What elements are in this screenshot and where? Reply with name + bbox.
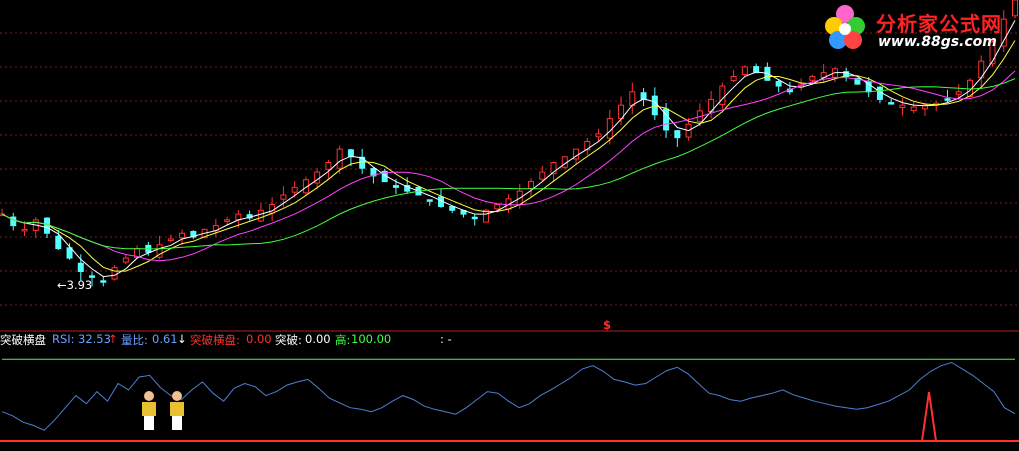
candle-body (595, 133, 602, 138)
candle-body (674, 130, 681, 139)
candle-body (955, 91, 962, 95)
candle-body (944, 98, 951, 101)
candle-body (629, 91, 636, 107)
rsi-up-arrow-icon: ↑ (108, 332, 118, 346)
candle-body (775, 81, 782, 87)
mascot-legs (144, 416, 154, 430)
candle-body (528, 181, 535, 189)
candle-body (719, 85, 726, 106)
candle-body (10, 216, 17, 227)
mascot-icon (142, 391, 156, 430)
logo-title[interactable]: 分析家公式网 (876, 8, 1002, 37)
candle-body (606, 118, 613, 139)
trailing-mark: : - (440, 332, 452, 346)
candle-body (100, 280, 107, 283)
candle-body (741, 66, 748, 75)
moving-average-line (1, 20, 1016, 278)
mascot-bag (142, 402, 156, 416)
breakout-spike (921, 391, 937, 442)
candle-body (179, 232, 186, 239)
volratio-value: 0.61 (152, 332, 178, 346)
candle-body (21, 228, 28, 232)
candle-body (888, 102, 895, 105)
candle-body (494, 204, 501, 210)
moving-average-line (1, 78, 1016, 250)
candle-body (899, 104, 906, 109)
mascot-legs (172, 416, 182, 430)
price-grid (0, 32, 1019, 306)
mascot-head (144, 391, 154, 401)
candle-body (55, 235, 62, 250)
candle-body (167, 238, 174, 241)
candle-body (392, 185, 399, 188)
candle-body (910, 106, 917, 112)
high-value: 100.00 (351, 332, 392, 346)
mascot-bag (170, 402, 184, 416)
candle-body (224, 219, 231, 222)
candle-body (809, 75, 816, 81)
chart-stage (0, 0, 1019, 442)
breakout-label: 突破: (275, 333, 302, 347)
candle-body (336, 148, 343, 169)
candle-body (122, 257, 129, 263)
volratio-down-arrow-icon: ↓ (177, 332, 187, 346)
mascot-head (172, 391, 182, 401)
high-label: 高: (335, 333, 351, 347)
candle-body (280, 194, 287, 200)
breakout-flat-value: 0.00 (246, 332, 272, 346)
indicator-name: 突破横盘 (0, 333, 46, 347)
rsi-label: RSI: (52, 332, 75, 346)
rsi-value: 32.53 (78, 332, 111, 346)
low-price-marker: ←3.93 (57, 278, 93, 292)
breakout-value: 0.00 (305, 332, 331, 346)
signal-marker: $ (603, 318, 612, 332)
candlestick-series (0, 0, 1018, 287)
candle-body (257, 209, 264, 222)
flower-logo-icon (825, 5, 865, 49)
candle-body (1012, 0, 1018, 17)
candle-body (730, 75, 737, 81)
candle-body (111, 267, 118, 280)
candle-body (291, 186, 298, 193)
indicator-panel (0, 358, 1019, 442)
moving-average-lines (1, 20, 1016, 278)
candle-body (426, 199, 433, 202)
candle-body (449, 206, 456, 211)
moving-average-line (1, 40, 1016, 272)
moving-average-line (1, 70, 1016, 262)
volratio-label: 量比: (121, 333, 148, 347)
mascot-icon (170, 391, 184, 430)
logo-url[interactable]: www.88gs.com (878, 34, 997, 50)
candle-body (471, 216, 478, 220)
candle-body (77, 262, 84, 272)
candle-body (539, 171, 546, 180)
breakout-flat-label: 突破横盘: (190, 333, 240, 347)
candle-body (325, 162, 332, 170)
